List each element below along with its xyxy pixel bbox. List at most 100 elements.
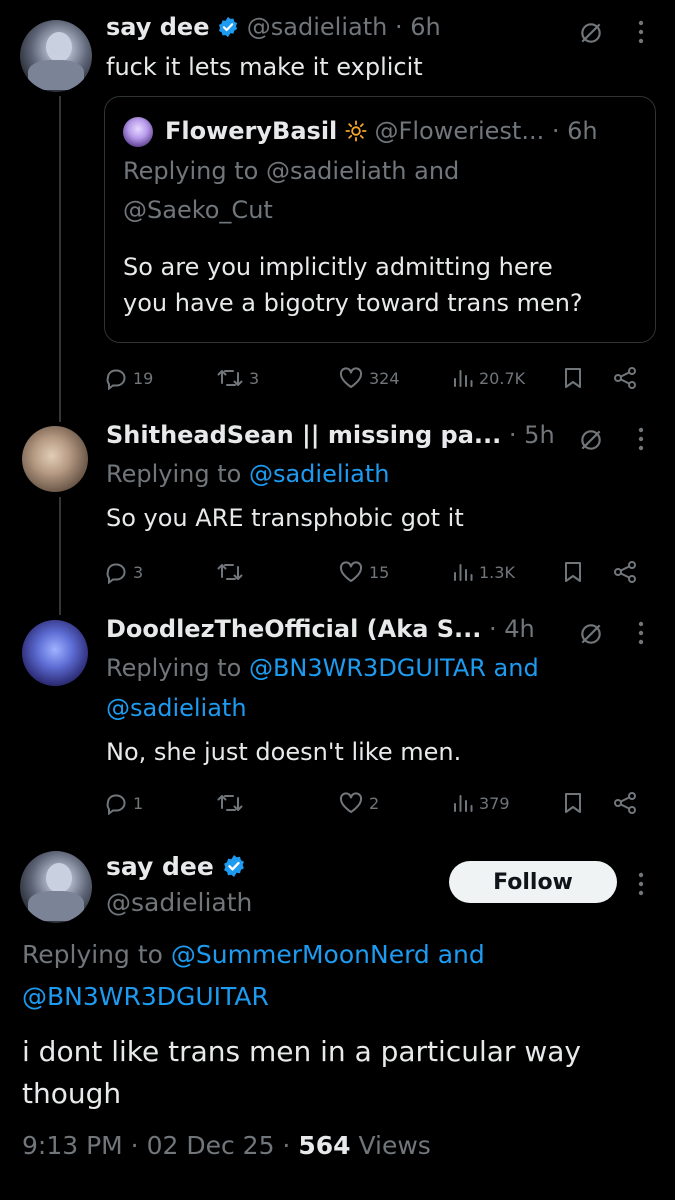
handle[interactable]: @sadieliath [247,13,388,41]
verified-badge-icon [217,16,239,45]
replying-to-handles[interactable]: @BN3WR3DGUITAR and [249,654,539,682]
repost-button[interactable] [216,789,249,817]
replying-to-cont[interactable]: @sadieliath [106,694,247,723]
tweet-actions: 3 15 1.3K [104,558,644,586]
avatar[interactable] [20,851,92,923]
tweet-header: DoodlezTheOfficial (Aka S... · 4h [106,615,535,644]
bookmark-button[interactable] [562,558,584,586]
quote-handle[interactable]: @Floweriest... [375,117,545,145]
share-icon [612,560,638,584]
reply-icon [104,560,128,584]
reply-icon [104,366,128,390]
views-label: Views [358,1131,431,1160]
more-icon[interactable] [636,18,646,50]
views-count: 1.3K [479,562,515,582]
views-button[interactable]: 379 [452,789,510,817]
replying-to: Replying to @SummerMoonNerd and [22,940,485,970]
replying-to: Replying to @sadieliath [106,460,390,489]
quote-replying-to-cont[interactable]: @Saeko_Cut [123,196,273,225]
replying-to: Replying to @BN3WR3DGUITAR and [106,654,539,683]
follow-button[interactable]: Follow [449,861,617,903]
repost-button[interactable] [216,558,249,586]
more-icon[interactable] [636,425,646,457]
quoted-tweet[interactable]: FloweryBasil @Floweriest... · 6h Replyin… [104,96,656,343]
replying-to-cont[interactable]: @BN3WR3DGUITAR [22,982,269,1012]
post-date[interactable]: 02 Dec 25 [147,1131,275,1160]
timestamp[interactable]: 5h [524,421,554,449]
display-name[interactable]: say dee [106,852,214,881]
replying-to-handle[interactable]: @sadieliath [249,460,390,488]
quote-avatar[interactable] [123,117,153,147]
replying-to-label: Replying to [106,654,242,682]
quote-header: FloweryBasil @Floweriest... · 6h [165,117,598,149]
reply-icon [104,791,128,815]
quote-display-name[interactable]: FloweryBasil [165,117,337,145]
share-icon [612,791,638,815]
avatar[interactable] [20,20,92,92]
like-count: 2 [369,793,380,813]
grok-icon[interactable] [578,621,604,651]
separator-dot: · [387,13,411,41]
views-button[interactable]: 1.3K [452,558,515,586]
handle[interactable]: @sadieliath [106,888,252,918]
quote-replying-to: Replying to @sadieliath and [123,157,459,186]
share-button[interactable] [612,364,638,392]
bookmark-icon [562,560,584,584]
display-name[interactable]: ShitheadSean || missing pa... [106,421,501,449]
repost-icon [216,791,244,815]
repost-icon [216,560,244,584]
like-button[interactable]: 324 [338,364,400,392]
views-icon [452,791,474,815]
reply-button[interactable]: 1 [104,789,143,817]
reply-button[interactable]: 3 [104,558,143,586]
grok-icon[interactable] [578,427,604,457]
reply-count: 3 [133,562,144,582]
views-icon [452,366,474,390]
share-button[interactable] [612,789,638,817]
bookmark-icon [562,791,584,815]
like-count: 324 [369,368,400,388]
thread-line [59,497,61,615]
like-button[interactable]: 15 [338,558,389,586]
tweet-meta: 9:13 PM · 02 Dec 25 · 564 Views [22,1131,431,1161]
views-count: 564 [298,1131,351,1160]
replying-to-handles[interactable]: @SummerMoonNerd and [171,940,485,969]
tweet-actions: 19 3 324 20.7K [104,364,644,392]
repost-icon [216,366,244,390]
like-button[interactable]: 2 [338,789,379,817]
repost-button[interactable]: 3 [216,364,259,392]
tweet-text-line: i dont like trans men in a particular wa… [22,1035,581,1068]
tweet-text: So you ARE transphobic got it [106,504,464,532]
more-icon[interactable] [636,870,646,902]
like-icon [338,560,364,584]
avatar[interactable] [22,426,88,492]
reply-count: 19 [133,368,154,388]
reply-button[interactable]: 19 [104,364,153,392]
like-icon [338,791,364,815]
author-name-row: say dee [106,852,246,885]
replying-to-handles[interactable]: @sadieliath and [266,157,459,185]
avatar[interactable] [22,620,88,686]
tweet-text-line: though [22,1077,122,1110]
views-button[interactable]: 20.7K [452,364,525,392]
views-count: 379 [479,793,510,813]
reply-count: 1 [133,793,144,813]
more-icon[interactable] [636,619,646,651]
quote-text-line: you have a bigotry toward trans men? [123,289,583,317]
replying-to-label: Replying to [106,460,242,488]
timestamp[interactable]: 4h [504,615,534,643]
separator-dot: · [544,117,568,145]
post-time[interactable]: 9:13 PM [22,1131,123,1160]
timestamp[interactable]: 6h [410,13,440,41]
display-name[interactable]: DoodlezTheOfficial (Aka S... [106,615,481,643]
like-icon [338,366,364,390]
quote-timestamp[interactable]: 6h [567,117,597,145]
share-button[interactable] [612,558,638,586]
tweet-actions: 1 2 379 [104,789,644,817]
thread-line [59,96,61,422]
grok-icon[interactable] [578,20,604,50]
bookmark-button[interactable] [562,364,584,392]
bookmark-button[interactable] [562,789,584,817]
display-name[interactable]: say dee [106,13,209,41]
verified-badge-icon [222,854,246,885]
